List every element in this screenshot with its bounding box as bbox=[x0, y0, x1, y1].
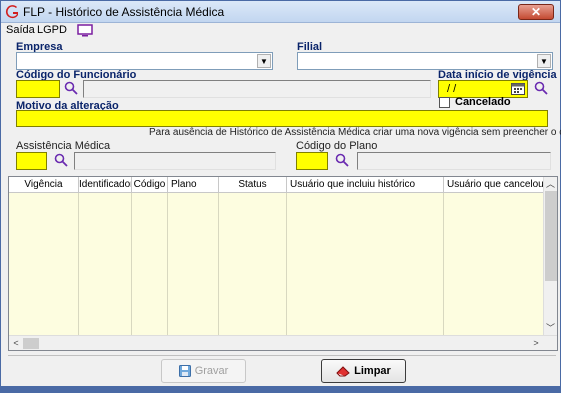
search-icon[interactable] bbox=[64, 81, 78, 95]
menu-lgpd[interactable]: LGPD bbox=[37, 24, 67, 36]
chevron-down-icon[interactable]: ▼ bbox=[537, 54, 551, 68]
assistencia-label: Assistência Médica bbox=[16, 140, 111, 152]
assistencia-name-display bbox=[74, 152, 276, 170]
column-divider bbox=[78, 193, 79, 335]
data-inicio-value: / / bbox=[447, 83, 457, 95]
limpar-label: Limpar bbox=[354, 365, 391, 377]
historico-grid[interactable]: Vigência Identificador Código Plano Stat… bbox=[8, 176, 558, 351]
menu-saida[interactable]: Saída bbox=[6, 24, 35, 36]
column-header[interactable]: Usuário que incluiu histórico bbox=[287, 177, 444, 193]
scroll-thumb[interactable] bbox=[23, 338, 39, 349]
gravar-label: Gravar bbox=[194, 365, 229, 377]
motivo-input[interactable] bbox=[16, 110, 548, 127]
horizontal-scrollbar[interactable]: < > bbox=[9, 335, 557, 350]
title-bar: FLP - Histórico de Assistência Médica ✕ bbox=[1, 1, 560, 23]
cancelado-label: Cancelado bbox=[455, 96, 511, 108]
window-title: FLP - Histórico de Assistência Médica bbox=[23, 5, 225, 19]
search-icon[interactable] bbox=[534, 81, 548, 95]
column-header[interactable]: Status bbox=[219, 177, 287, 193]
column-header[interactable]: Código bbox=[132, 177, 168, 193]
save-icon bbox=[178, 365, 191, 378]
empresa-select[interactable]: ▼ bbox=[16, 52, 273, 70]
column-divider bbox=[443, 193, 444, 335]
eraser-icon bbox=[336, 366, 350, 377]
assistencia-input[interactable] bbox=[16, 152, 47, 170]
search-icon[interactable] bbox=[54, 153, 68, 167]
column-header[interactable]: Vigência bbox=[9, 177, 79, 193]
scroll-down-icon[interactable]: ﹀ bbox=[544, 321, 557, 335]
calendar-icon[interactable] bbox=[511, 83, 525, 95]
menu-bar: Saída LGPD bbox=[1, 23, 560, 39]
plano-name-display bbox=[357, 152, 551, 170]
column-divider bbox=[131, 193, 132, 335]
gravar-button[interactable]: Gravar bbox=[161, 359, 246, 383]
search-icon[interactable] bbox=[335, 153, 349, 167]
column-divider bbox=[167, 193, 168, 335]
limpar-button[interactable]: Limpar bbox=[321, 359, 406, 383]
close-button[interactable]: ✕ bbox=[518, 4, 554, 20]
column-divider bbox=[286, 193, 287, 335]
monitor-icon[interactable] bbox=[77, 24, 93, 37]
scroll-up-icon[interactable]: ︿ bbox=[544, 177, 557, 191]
vertical-scrollbar[interactable]: ︿ ﹀ bbox=[543, 177, 557, 335]
grid-header: Vigência Identificador Código Plano Stat… bbox=[9, 177, 545, 193]
codigo-plano-label: Código do Plano bbox=[296, 140, 378, 152]
app-window: FLP - Histórico de Assistência Médica ✕ … bbox=[0, 0, 561, 393]
column-header[interactable]: Usuário que cancelou hi bbox=[444, 177, 545, 193]
divider bbox=[8, 355, 556, 356]
window-bottom-edge bbox=[0, 386, 561, 393]
scroll-thumb[interactable] bbox=[545, 191, 557, 281]
codigo-funcionario-input[interactable] bbox=[16, 80, 60, 98]
chevron-down-icon[interactable]: ▼ bbox=[257, 54, 271, 68]
scroll-right-icon[interactable]: > bbox=[529, 336, 543, 351]
filial-select[interactable]: ▼ bbox=[297, 52, 553, 70]
column-header[interactable]: Plano bbox=[168, 177, 219, 193]
column-divider bbox=[218, 193, 219, 335]
codigo-plano-input[interactable] bbox=[296, 152, 328, 170]
funcionario-name-display bbox=[83, 80, 431, 98]
cancelado-checkbox[interactable] bbox=[439, 97, 450, 108]
app-logo-icon bbox=[5, 5, 18, 19]
column-header[interactable]: Identificador bbox=[79, 177, 132, 193]
hint-text: Para ausência de Histórico de Assistênci… bbox=[149, 127, 561, 138]
scroll-left-icon[interactable]: < bbox=[9, 336, 23, 351]
